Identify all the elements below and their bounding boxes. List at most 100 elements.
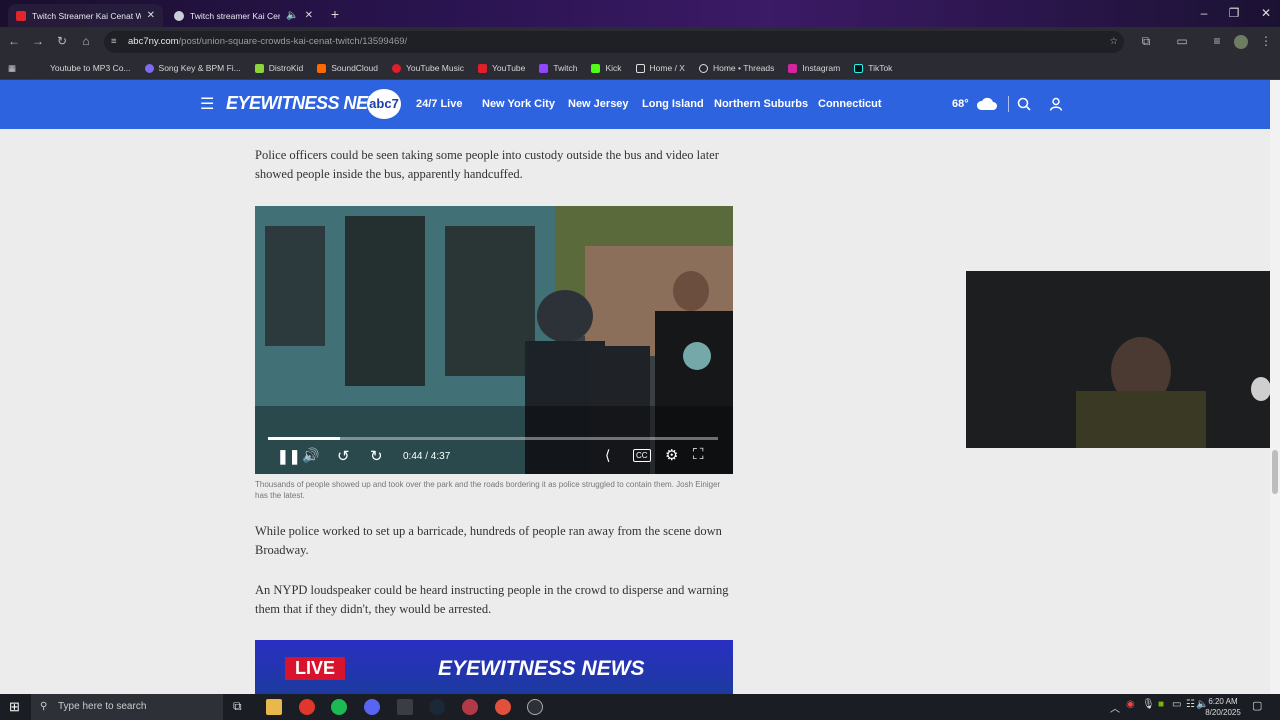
- nvidia-icon[interactable]: ■: [1158, 699, 1164, 710]
- volume-icon[interactable]: 🔊: [302, 447, 319, 464]
- menu-icon[interactable]: ⋮: [1258, 34, 1274, 48]
- close-tab-icon[interactable]: ✕: [147, 10, 155, 21]
- fullscreen-icon[interactable]: ⛶: [693, 446, 704, 463]
- microphone-icon[interactable]: 🎙: [1142, 699, 1155, 710]
- tab-title: Twitch Streamer Kai Cenat Wal...: [32, 10, 141, 21]
- steam-icon[interactable]: [429, 699, 445, 715]
- reload-icon[interactable]: ↻: [54, 34, 70, 48]
- browser-toolbar: ← → ↻ ⌂ ≡ abc7ny.com/post/union-square-c…: [0, 27, 1280, 57]
- spotify-icon[interactable]: [331, 699, 347, 715]
- video-progress-track[interactable]: [268, 437, 718, 440]
- apps-icon[interactable]: ▦: [8, 63, 16, 74]
- video-caption: Thousands of people showed up and took o…: [255, 480, 721, 500]
- media-control-icon[interactable]: ≡: [1209, 34, 1225, 48]
- chrome-icon[interactable]: [299, 699, 315, 715]
- taskbar-clock[interactable]: 6:20 AM 8/20/2025: [1198, 696, 1248, 718]
- rewind-10-icon[interactable]: ↺: [337, 447, 350, 465]
- weather-temp[interactable]: 68°: [952, 98, 969, 110]
- page-scrollbar[interactable]: [1270, 80, 1280, 694]
- url-domain: abc7ny.com: [128, 36, 179, 47]
- tab-kai-cenat-1[interactable]: Twitch Streamer Kai Cenat Wal... ✕: [8, 4, 163, 27]
- close-tab-icon[interactable]: ✕: [305, 10, 313, 21]
- battery-icon[interactable]: ▭: [1172, 699, 1181, 710]
- nav-connecticut[interactable]: Connecticut: [818, 98, 882, 110]
- bookmark-kick[interactable]: Kick: [591, 63, 622, 73]
- maximize-button[interactable]: ❐: [1224, 6, 1244, 20]
- header-divider: [1008, 96, 1009, 112]
- cast-icon[interactable]: ▭: [1174, 34, 1190, 48]
- bookmark-instagram[interactable]: Instagram: [788, 63, 840, 73]
- windows-taskbar: ⊞ ⚲ Type here to search ⧉ ︿ ◉ 🎙 ■ ▭ ☷ 🔈 …: [0, 694, 1280, 720]
- bookmarks-bar: ▦ Youtube to MP3 Co... Song Key & BPM Fi…: [0, 57, 1280, 80]
- home-icon[interactable]: ⌂: [78, 34, 94, 48]
- search-icon[interactable]: [1017, 97, 1031, 111]
- captions-icon[interactable]: CC: [633, 449, 651, 462]
- bookmark-youtube-mp3[interactable]: Youtube to MP3 Co...: [36, 63, 131, 73]
- bookmark-distrokid[interactable]: DistroKid: [254, 63, 303, 73]
- obs-icon[interactable]: [527, 699, 543, 715]
- webcam-feed: [966, 271, 1280, 448]
- account-icon[interactable]: [1049, 97, 1063, 111]
- pause-icon[interactable]: ❚❚: [277, 448, 300, 465]
- nav-new-jersey[interactable]: New Jersey: [568, 98, 629, 110]
- tray-app-icon[interactable]: ◉: [1126, 699, 1135, 710]
- minimize-button[interactable]: –: [1194, 6, 1214, 20]
- settings-gear-icon[interactable]: ⚙: [665, 446, 678, 464]
- site-header: ☰ EYEWITNESS NEWS abc7 24/7 Live New Yor…: [0, 80, 1280, 129]
- app-icon[interactable]: [462, 699, 478, 715]
- article-paragraph: An NYPD loudspeaker could be heard instr…: [255, 583, 729, 616]
- close-window-button[interactable]: ✕: [1256, 6, 1276, 20]
- extensions-icon[interactable]: ⧉: [1138, 34, 1154, 49]
- taskbar-search-placeholder: Type here to search: [58, 701, 147, 712]
- video-player[interactable]: ❚❚ 🔊 ↺ ↻ 0:44 / 4:37 ⟨ CC ⚙ ⛶: [255, 206, 733, 474]
- profile-avatar[interactable]: [1234, 35, 1248, 49]
- task-view-icon[interactable]: ⧉: [233, 699, 242, 714]
- youtube-icon: [16, 10, 26, 21]
- back-icon[interactable]: ←: [6, 34, 22, 48]
- network-icon[interactable]: ☷: [1186, 699, 1195, 710]
- clock-date: 8/20/2025: [1205, 708, 1241, 717]
- new-tab-button[interactable]: +: [327, 6, 343, 22]
- hamburger-menu-icon[interactable]: ☰: [200, 94, 214, 114]
- nav-live[interactable]: 24/7 Live: [416, 98, 462, 110]
- forward-icon[interactable]: →: [30, 34, 46, 48]
- bookmark-youtube[interactable]: YouTube: [477, 63, 525, 73]
- notifications-icon[interactable]: ▢: [1252, 699, 1262, 712]
- forward-10-icon[interactable]: ↻: [370, 447, 383, 465]
- bookmark-twitch[interactable]: Twitch: [539, 63, 577, 73]
- bookmark-soundcloud[interactable]: SoundCloud: [317, 63, 378, 73]
- file-explorer-icon[interactable]: [266, 699, 282, 715]
- site-info-icon[interactable]: ≡: [111, 31, 117, 53]
- tab-title: Twitch streamer Kai Cenat...: [190, 10, 280, 21]
- nav-new-york-city[interactable]: New York City: [482, 98, 555, 110]
- scrollbar-thumb[interactable]: [1272, 450, 1278, 494]
- cloud-icon[interactable]: [976, 95, 998, 111]
- abc7-logo[interactable]: abc7: [367, 89, 401, 119]
- bookmark-tiktok[interactable]: TikTok: [854, 63, 892, 73]
- app-icon[interactable]: [397, 699, 413, 715]
- video-progress-fill: [268, 437, 340, 440]
- share-icon[interactable]: ⟨: [605, 447, 610, 464]
- nav-long-island[interactable]: Long Island: [642, 98, 704, 110]
- app-icon[interactable]: [495, 699, 511, 715]
- webcam-overlay: [966, 271, 1280, 448]
- tab-kai-cenat-2[interactable]: Twitch streamer Kai Cenat... 🔈 ✕: [166, 4, 321, 27]
- windows-start-icon[interactable]: ⊞: [9, 699, 20, 715]
- bookmark-threads[interactable]: Home • Threads: [698, 63, 774, 73]
- bookmark-x[interactable]: Home / X: [635, 63, 685, 73]
- discord-icon[interactable]: [364, 699, 380, 715]
- promo-title: EYEWITNESS NEWS: [438, 657, 645, 680]
- bookmark-star-icon[interactable]: ☆: [1109, 31, 1118, 53]
- article-paragraph: Police officers could be seen taking som…: [255, 148, 719, 181]
- speaker-icon[interactable]: 🔈: [286, 10, 298, 21]
- video-frame: [255, 206, 733, 474]
- address-bar[interactable]: ≡ abc7ny.com/post/union-square-crowds-ka…: [104, 31, 1124, 53]
- tray-chevron-icon[interactable]: ︿: [1110, 700, 1120, 715]
- bookmark-song-key[interactable]: Song Key & BPM Fi...: [144, 63, 241, 73]
- nav-northern-suburbs[interactable]: Northern Suburbs: [714, 98, 808, 110]
- taskbar-search[interactable]: ⚲ Type here to search: [31, 694, 223, 720]
- article-paragraph: While police worked to set up a barricad…: [255, 524, 722, 557]
- live-news-promo[interactable]: LIVE EYEWITNESS NEWS: [255, 640, 733, 694]
- url-path: /post/union-square-crowds-kai-cenat-twit…: [178, 36, 408, 47]
- bookmark-youtube-music[interactable]: YouTube Music: [392, 63, 464, 73]
